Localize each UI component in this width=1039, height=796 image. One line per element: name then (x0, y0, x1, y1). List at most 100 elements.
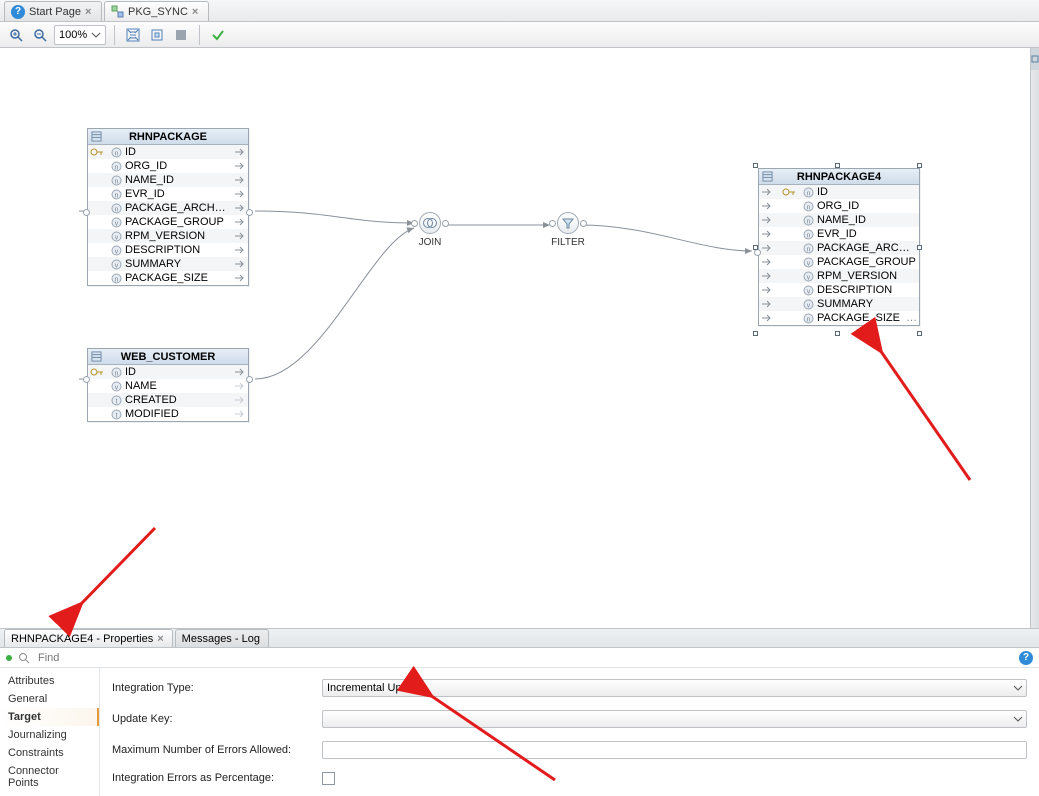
join-icon (423, 216, 437, 230)
input-port[interactable] (83, 209, 90, 216)
column-row[interactable]: nNAME_ID (759, 213, 919, 227)
selection-handle[interactable] (835, 163, 840, 168)
cat-attributes[interactable]: Attributes (0, 672, 99, 690)
arrow-right-icon (761, 243, 773, 253)
column-row[interactable]: vRPM_VERSION (759, 269, 919, 283)
help-icon[interactable]: ? (1019, 651, 1033, 665)
column-row[interactable]: nEVR_ID (88, 187, 248, 201)
selection-handle[interactable] (753, 163, 758, 168)
check-icon (211, 28, 225, 42)
selection-handle[interactable] (917, 331, 922, 336)
column-list: nID vNAME tCREATED tMODIFIED (88, 365, 248, 421)
column-row[interactable]: vSUMMARY (88, 257, 248, 271)
integration-type-label: Integration Type: (112, 682, 312, 694)
column-row[interactable]: nID (88, 145, 248, 159)
column-row[interactable]: vRPM_VERSION (88, 229, 248, 243)
output-port[interactable] (246, 209, 253, 216)
selection-handle[interactable] (917, 245, 922, 250)
zoom-out-button[interactable] (30, 25, 50, 45)
column-row[interactable]: nORG_ID (88, 159, 248, 173)
input-port[interactable] (754, 249, 761, 256)
integration-type-value: Incremental Update (327, 682, 423, 694)
arrow-right-outline-icon (234, 395, 246, 405)
max-errors-input[interactable] (322, 741, 1027, 759)
column-row[interactable]: nNAME_ID (88, 173, 248, 187)
tab-start-page[interactable]: ? Start Page × (4, 1, 102, 21)
integration-type-select[interactable]: Incremental Update (322, 679, 1027, 697)
column-row[interactable]: nPACKAGE_SIZE (88, 271, 248, 285)
zoom-in-icon (9, 28, 23, 42)
selection-handle[interactable] (753, 245, 758, 250)
cat-target[interactable]: Target (0, 708, 99, 726)
source-web-customer[interactable]: WEB_CUSTOMER nID vNAME tCREATED tMODIFIE… (87, 348, 249, 422)
column-row[interactable]: tCREATED (88, 393, 248, 407)
selection-handle[interactable] (917, 163, 922, 168)
errors-pct-checkbox[interactable] (322, 772, 335, 785)
tab-messages-log[interactable]: Messages - Log (175, 629, 269, 647)
entity-header: RHNPACKAGE4 (759, 169, 919, 185)
selection-handle[interactable] (753, 331, 758, 336)
svg-text:n: n (115, 206, 119, 213)
restore-right-panel-button[interactable] (1031, 48, 1039, 70)
svg-text:n: n (807, 218, 811, 225)
column-row[interactable]: nORG_ID (759, 199, 919, 213)
properties-find-input[interactable] (36, 651, 1013, 665)
update-key-select[interactable] (322, 710, 1027, 728)
arrow-right-outline-icon (234, 381, 246, 391)
column-row[interactable]: vSUMMARY (759, 297, 919, 311)
join-node[interactable]: JOIN (410, 212, 450, 248)
column-row[interactable]: vPACKAGE_GROUP (88, 215, 248, 229)
column-icon: v (111, 381, 122, 392)
selection-handle[interactable] (835, 331, 840, 336)
svg-text:n: n (807, 204, 811, 211)
column-row[interactable]: nPACKAGE_ARCH_ID (88, 201, 248, 215)
input-port[interactable] (83, 376, 90, 383)
column-row[interactable]: nPACKAGE_ARCH_ID (759, 241, 919, 255)
column-row[interactable]: nID (759, 185, 919, 199)
arrow-right-icon (761, 271, 773, 281)
cat-connector-points[interactable]: Connector Points (0, 762, 99, 792)
column-row[interactable]: vPACKAGE_GROUP (759, 255, 919, 269)
target-rhnpackage4[interactable]: RHNPACKAGE4 nID nORG_ID nNAME_ID nEVR_ID… (758, 168, 920, 326)
column-row[interactable]: nID (88, 365, 248, 379)
filter-node[interactable]: FILTER (548, 212, 588, 248)
column-icon: n (803, 201, 814, 212)
tab-close-icon[interactable]: × (157, 633, 163, 645)
cat-journalizing[interactable]: Journalizing (0, 726, 99, 744)
arrow-right-icon (234, 245, 246, 255)
cat-constraints[interactable]: Constraints (0, 744, 99, 762)
tab-close-icon[interactable]: × (85, 6, 95, 18)
tab-properties[interactable]: RHNPACKAGE4 - Properties × (4, 629, 173, 647)
tab-properties-label: RHNPACKAGE4 - Properties (11, 633, 153, 645)
zoom-in-button[interactable] (6, 25, 26, 45)
expand-all-button[interactable] (123, 25, 143, 45)
properties-find-bar: ? (0, 648, 1039, 668)
column-row[interactable]: vNAME (88, 379, 248, 393)
source-rhnpackage[interactable]: RHNPACKAGE nID nORG_ID nNAME_ID nEVR_ID … (87, 128, 249, 286)
zoom-level-select[interactable]: 100% (54, 25, 106, 45)
properties-panel: RHNPACKAGE4 - Properties × Messages - Lo… (0, 628, 1039, 796)
output-port[interactable] (442, 220, 449, 227)
tab-messages-log-label: Messages - Log (182, 633, 260, 645)
svg-text:n: n (115, 150, 119, 157)
input-port[interactable] (549, 220, 556, 227)
column-row[interactable]: nEVR_ID (759, 227, 919, 241)
fit-button[interactable] (171, 25, 191, 45)
tab-close-icon[interactable]: × (192, 6, 202, 18)
mapping-canvas[interactable]: RHNPACKAGE nID nORG_ID nNAME_ID nEVR_ID … (0, 48, 1039, 628)
svg-text:n: n (807, 316, 811, 323)
validate-button[interactable] (208, 25, 228, 45)
input-port[interactable] (411, 220, 418, 227)
column-row[interactable]: vDESCRIPTION (759, 283, 919, 297)
tab-pkg-sync[interactable]: PKG_SYNC × (104, 1, 209, 21)
restore-icon (1031, 55, 1039, 63)
collapse-button[interactable] (147, 25, 167, 45)
column-row[interactable]: tMODIFIED (88, 407, 248, 421)
cat-general[interactable]: General (0, 690, 99, 708)
toolbar-separator (114, 25, 115, 45)
column-row[interactable]: vDESCRIPTION (88, 243, 248, 257)
output-port[interactable] (580, 220, 587, 227)
output-port[interactable] (246, 376, 253, 383)
bottom-tabbar: RHNPACKAGE4 - Properties × Messages - Lo… (0, 628, 1039, 648)
column-row[interactable]: nPACKAGE_SIZE… (759, 311, 919, 325)
